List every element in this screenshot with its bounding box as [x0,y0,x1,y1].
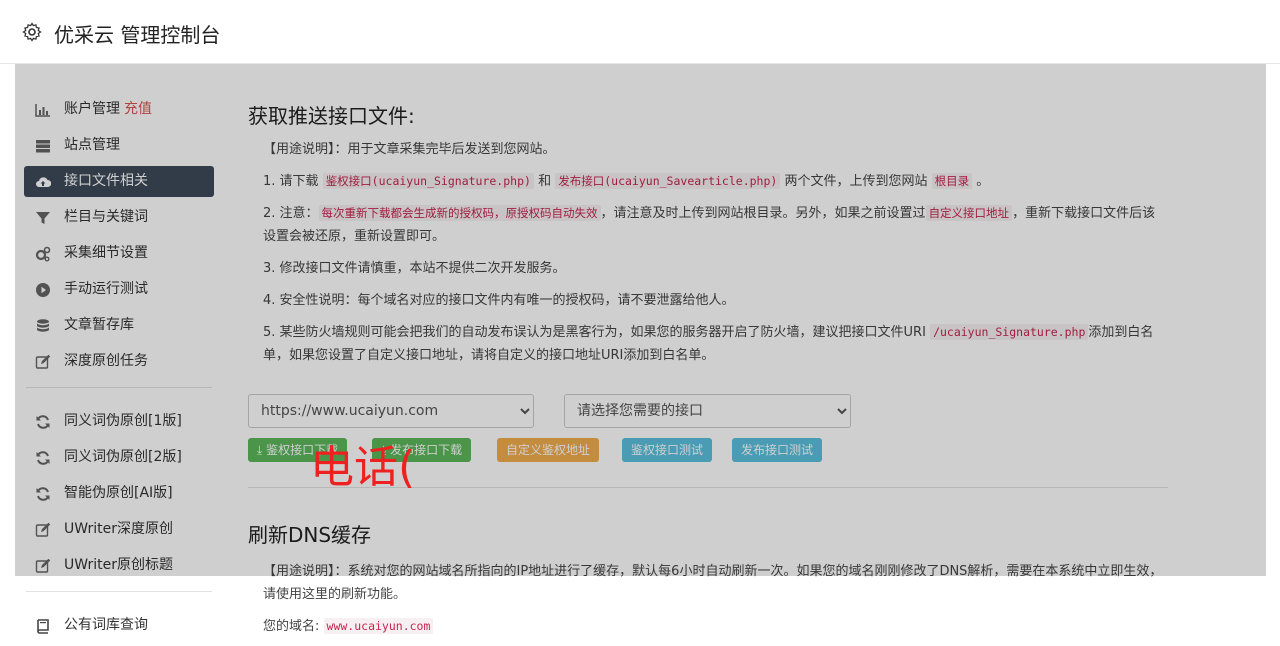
top-header: 优采云 管理控制台 [0,0,1280,64]
domain-row: 您的域名: www.ucaiyun.com [263,615,1168,638]
sidebar-item-public-lexicon[interactable]: 公有词库查询 [24,610,214,641]
domain-label: 您的域名: [263,619,320,634]
modal-overlay[interactable] [15,64,1266,576]
sidebar-item-label: 公有词库查询 [64,617,148,633]
app-title: 优采云 管理控制台 [54,23,221,47]
domain-value: www.ucaiyun.com [323,618,434,634]
book-icon [37,619,49,634]
overlay-text: 电话( [310,442,416,493]
sidebar-divider [26,591,212,592]
gear-icon[interactable] [22,22,42,42]
